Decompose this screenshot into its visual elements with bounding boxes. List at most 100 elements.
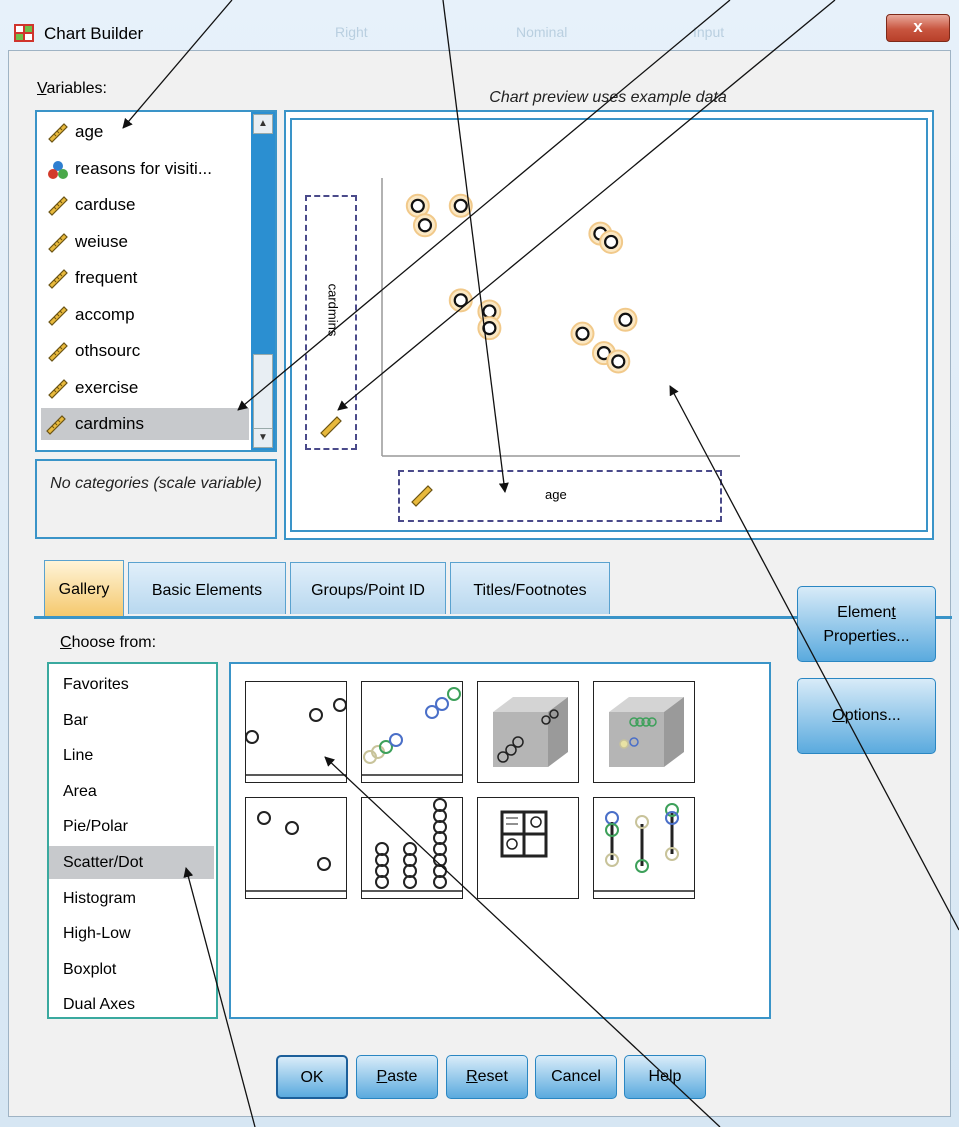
variable-name: weimins xyxy=(75,451,136,453)
categories-info-box: No categories (scale variable) xyxy=(35,459,277,539)
title-bar[interactable]: Chart Builder Right Nominal Input x xyxy=(0,0,959,46)
variable-name: carduse xyxy=(75,195,136,214)
scatterplot-matrix-graphic xyxy=(500,810,548,858)
y-axis-variable-label: cardmins xyxy=(325,283,341,337)
scale-ruler-icon xyxy=(48,123,68,143)
3d-scatter-graphic xyxy=(493,697,568,767)
grouped-scatter-graphic xyxy=(362,687,462,776)
chart-type-high-low[interactable]: High-Low xyxy=(49,917,214,950)
variable-name: accomp xyxy=(75,304,135,324)
chart-type-histogram[interactable]: Histogram xyxy=(49,882,214,915)
paste-label-rest: aste xyxy=(387,1068,418,1085)
grouped-3d-scatter-icon[interactable] xyxy=(593,681,695,783)
simple-dot-plot-icon[interactable] xyxy=(361,797,463,899)
tab-gallery[interactable]: Gallery xyxy=(44,560,124,618)
preview-caption: Chart preview uses example data xyxy=(489,89,727,106)
ok-button[interactable]: OK xyxy=(276,1055,348,1099)
chart-gallery[interactable] xyxy=(229,662,771,1019)
scale-ruler-icon xyxy=(48,342,68,362)
background-tab-input: Input xyxy=(693,24,725,40)
scrollbar-thumb[interactable] xyxy=(253,354,273,434)
scale-ruler-icon xyxy=(48,305,68,326)
chart-builder-window: Chart Builder Right Nominal Input x Vari… xyxy=(0,0,959,1127)
choose-from-access-key: C xyxy=(60,634,72,651)
element-properties-line-1: Element xyxy=(798,601,935,625)
options-label-rest: ptions... xyxy=(844,707,901,724)
summary-point-plot-graphic xyxy=(246,811,346,892)
variable-name: othsourc xyxy=(75,341,141,360)
tab-basic-elements[interactable]: Basic Elements xyxy=(128,562,286,614)
variable-name: age xyxy=(75,122,104,141)
tab-groups-point-id[interactable]: Groups/Point ID xyxy=(290,562,446,614)
variable-item-accomp[interactable]: accomp xyxy=(43,299,249,331)
reset-label-rest: eset xyxy=(477,1068,508,1085)
background-tab-right: Right xyxy=(335,24,368,40)
simple-scatter-graphic xyxy=(246,698,346,776)
element-properties-line-2: Properties... xyxy=(823,628,910,645)
tab-titles-footnotes[interactable]: Titles/Footnotes xyxy=(450,562,610,614)
3d-scatter-icon[interactable] xyxy=(477,681,579,783)
close-button[interactable]: x xyxy=(886,14,950,42)
chart-type-pie-polar[interactable]: Pie/Polar xyxy=(49,810,214,843)
variable-name: exercise xyxy=(75,377,139,397)
scale-ruler-icon xyxy=(320,416,342,438)
chart-type-list[interactable]: Favorites Bar Line Area Pie/Polar Scatter/Dot… xyxy=(47,662,218,1019)
variable-item-frequent[interactable]: frequent xyxy=(43,262,249,294)
cancel-button[interactable]: Cancel xyxy=(535,1055,617,1099)
variable-name: cardmins xyxy=(75,414,144,433)
chart-type-favorites[interactable]: Favorites xyxy=(49,668,214,701)
variables-list[interactable]: weimins cardmins exercise othsourc accomp fre… xyxy=(35,110,277,452)
variable-item-carduse[interactable]: carduse xyxy=(43,189,249,221)
chart-type-scatter-dot[interactable]: Scatter/Dot xyxy=(49,846,214,879)
reset-button[interactable]: Reset xyxy=(446,1055,528,1099)
variable-name: frequent xyxy=(75,268,138,287)
chart-type-dual-axes[interactable]: Dual Axes xyxy=(49,988,214,1021)
simple-dot-plot-graphic xyxy=(362,798,462,892)
options-access-key: O xyxy=(832,707,845,724)
drop-line-graphic xyxy=(594,803,694,892)
element-properties-access-key: t xyxy=(891,604,896,621)
element-properties-button[interactable]: Element Properties... xyxy=(797,586,936,662)
simple-scatter-icon[interactable] xyxy=(245,681,347,783)
grouped-scatter-icon[interactable] xyxy=(361,681,463,783)
summary-point-plot-icon[interactable] xyxy=(245,797,347,899)
grouped-3d-scatter-graphic xyxy=(609,697,684,767)
chart-type-area[interactable]: Area xyxy=(49,775,214,808)
chart-type-bar[interactable]: Bar xyxy=(49,704,214,737)
choose-from-text: hoose from: xyxy=(71,634,157,651)
paste-button[interactable]: Paste xyxy=(356,1055,438,1099)
scale-ruler-icon xyxy=(46,415,66,435)
variables-label: Variables: xyxy=(37,80,107,98)
variable-item-exercise[interactable]: exercise xyxy=(43,372,249,404)
background-tab-nominal: Nominal xyxy=(516,24,568,40)
chart-type-boxplot[interactable]: Boxplot xyxy=(49,953,214,986)
variables-scrollbar[interactable]: ▲ ▼ xyxy=(251,112,275,450)
paste-access-key: P xyxy=(376,1068,388,1085)
scroll-up-arrow-icon[interactable]: ▲ xyxy=(253,114,273,134)
options-button[interactable]: Options... xyxy=(797,678,936,754)
scroll-down-arrow-icon[interactable]: ▼ xyxy=(253,428,273,448)
element-properties-prefix: Elemen xyxy=(837,604,892,621)
variable-item-weimins[interactable]: weimins xyxy=(43,445,249,453)
window-title: Chart Builder xyxy=(44,24,144,43)
variable-item-othsourc[interactable]: othsourc xyxy=(43,335,249,367)
scale-ruler-icon xyxy=(48,196,68,216)
choose-from-label: Choose from: xyxy=(60,634,156,652)
variable-item-age[interactable]: age xyxy=(43,116,249,148)
variable-item-reasons-for-visiti[interactable]: reasons for visiti... xyxy=(43,153,249,185)
reset-access-key: R xyxy=(466,1068,478,1085)
variable-name: reasons for visiti... xyxy=(75,158,212,178)
drop-line-icon[interactable] xyxy=(593,797,695,899)
x-axis-variable-label: age xyxy=(545,487,567,502)
scale-ruler-icon xyxy=(48,269,68,289)
variables-label-text: ariables: xyxy=(46,80,107,97)
variable-item-cardmins[interactable]: cardmins xyxy=(41,408,249,440)
variable-name: weiuse xyxy=(75,231,128,251)
chart-type-line[interactable]: Line xyxy=(49,739,214,772)
scatterplot-matrix-icon[interactable] xyxy=(477,797,579,899)
chart-builder-app-icon xyxy=(14,24,34,42)
scale-ruler-icon xyxy=(48,232,68,253)
scale-ruler-icon xyxy=(47,451,69,453)
variable-item-weiuse[interactable]: weiuse xyxy=(43,226,249,258)
help-button[interactable]: Help xyxy=(624,1055,706,1099)
